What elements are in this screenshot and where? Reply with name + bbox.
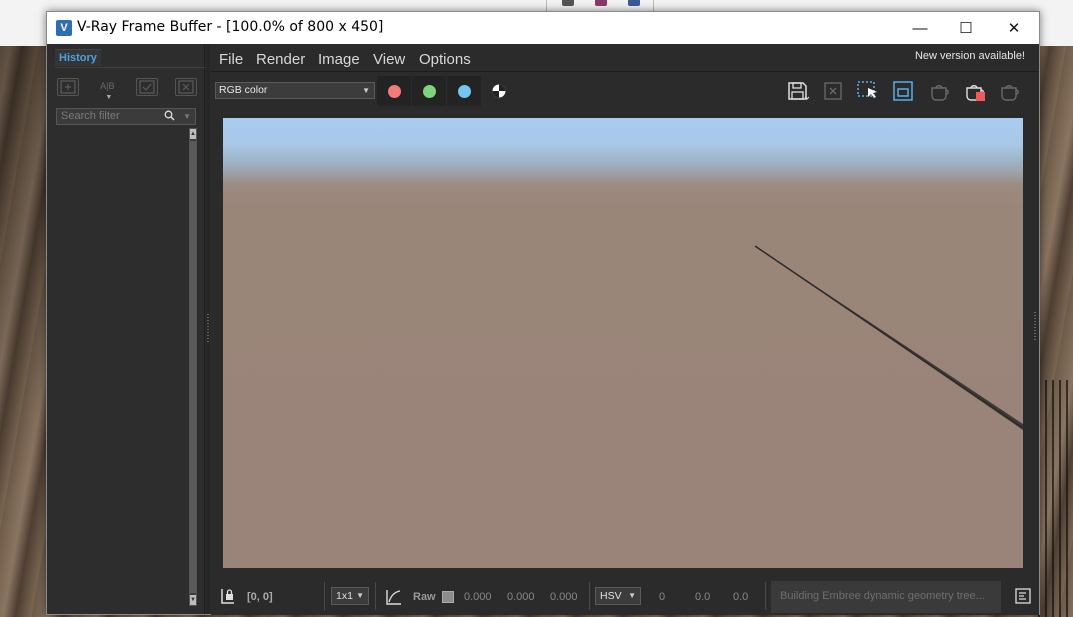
new-version-notice[interactable]: New version available! (915, 50, 1025, 62)
rgb-value-g: 0.000 (507, 591, 535, 603)
chevron-down-icon: ▼ (362, 86, 370, 95)
menu-bar: File Render Image View Options New versi… (211, 44, 1039, 72)
history-scrollbar[interactable]: ▲ ▼ (189, 128, 197, 606)
hsv-value-h: 0 (659, 591, 666, 603)
menu-render[interactable]: Render (256, 51, 305, 68)
vfb-toolbar: RGB color ▼ (211, 74, 1039, 108)
red-dot-icon (387, 84, 401, 98)
green-dot-icon (422, 84, 436, 98)
channel-select-value: RGB color (219, 84, 268, 96)
vray-logo-icon: V (56, 20, 72, 36)
blue-dot-icon (457, 84, 471, 98)
search-options-chevron-icon[interactable]: ▼ (183, 109, 191, 124)
scroll-down-arrow-icon[interactable]: ▼ (190, 595, 196, 605)
log-panel-icon[interactable] (1015, 588, 1031, 609)
search-input[interactable] (61, 110, 161, 122)
history-tab-label[interactable]: History (55, 49, 101, 66)
menu-file[interactable]: File (219, 51, 243, 68)
color-space-select[interactable]: HSV ▼ (595, 587, 641, 605)
vfb-window: V V-Ray Frame Buffer - [100.0% of 800 x … (46, 11, 1040, 615)
menu-image[interactable]: Image (318, 51, 360, 68)
progress-text: Building Embree dynamic geometry tree... (780, 590, 985, 602)
right-splitter-grip[interactable] (1034, 312, 1036, 342)
alpha-channel-button[interactable] (482, 76, 516, 106)
color-swatch (442, 591, 454, 603)
curve-icon[interactable] (385, 588, 403, 611)
panel-splitter[interactable] (206, 44, 210, 614)
history-tab[interactable]: History (55, 48, 205, 68)
close-button[interactable]: ✕ (991, 12, 1037, 44)
stop-render-icon[interactable] (962, 80, 988, 102)
green-channel-button[interactable] (412, 76, 446, 106)
minimize-button[interactable]: — (897, 12, 943, 44)
maximize-button[interactable]: ☐ (943, 12, 989, 44)
scrollbar-thumb[interactable] (190, 141, 196, 593)
rgb-value-r: 0.000 (464, 591, 492, 603)
render-image (754, 245, 1023, 430)
scroll-up-arrow-icon[interactable]: ▲ (190, 129, 196, 139)
save-image-icon[interactable] (785, 80, 811, 102)
history-toolbar: A|B ▼ (57, 78, 197, 102)
chevron-down-icon: ▼ (628, 591, 636, 600)
sample-size-value: 1x1 (336, 590, 353, 602)
clear-image-icon[interactable] (820, 80, 846, 102)
pixel-lock-icon[interactable] (219, 587, 235, 610)
channel-select[interactable]: RGB color ▼ (215, 82, 375, 99)
compare-ab-icon[interactable]: A|B ▼ (96, 78, 118, 101)
pixel-coordinates: [0, 0] (247, 591, 273, 603)
color-space-value: HSV (600, 590, 622, 602)
status-bar: [0, 0] 1x1 ▼ Raw 0.000 0.000 0.000 HSV ▼… (211, 579, 1039, 615)
history-search-field[interactable]: ▼ (56, 108, 196, 125)
sample-size-select[interactable]: 1x1 ▼ (331, 587, 369, 605)
frame-region-icon[interactable] (890, 80, 916, 102)
hsv-value-s: 0.0 (695, 591, 711, 603)
menu-view[interactable]: View (373, 51, 405, 68)
chevron-down-icon: ▼ (356, 591, 364, 600)
menu-options[interactable]: Options (419, 51, 471, 68)
title-bar[interactable]: V V-Ray Frame Buffer - [100.0% of 800 x … (47, 12, 1039, 44)
window-title: V-Ray Frame Buffer - [100.0% of 800 x 45… (77, 19, 384, 35)
save-history-icon[interactable] (57, 78, 79, 96)
region-select-icon[interactable] (855, 80, 881, 102)
raw-label: Raw (413, 591, 436, 603)
render-image-viewport[interactable] (223, 118, 1023, 568)
search-icon[interactable] (164, 110, 175, 126)
hsv-value-v: 0.0 (733, 591, 749, 603)
render-progress-status: Building Embree dynamic geometry tree... (771, 581, 1001, 613)
red-channel-button[interactable] (377, 76, 411, 106)
alpha-channel-icon (492, 84, 506, 98)
load-history-icon[interactable] (135, 78, 158, 96)
remove-history-icon[interactable] (174, 78, 197, 96)
blue-channel-button[interactable] (447, 76, 481, 106)
background-wireframe (1038, 380, 1073, 617)
render-last-icon[interactable] (997, 80, 1023, 102)
chevron-down-icon: ▼ (105, 94, 113, 101)
render-interactive-icon[interactable] (927, 80, 953, 102)
rgb-value-b: 0.000 (550, 591, 578, 603)
history-panel: History A|B ▼ ▼ ▲ (47, 44, 205, 614)
